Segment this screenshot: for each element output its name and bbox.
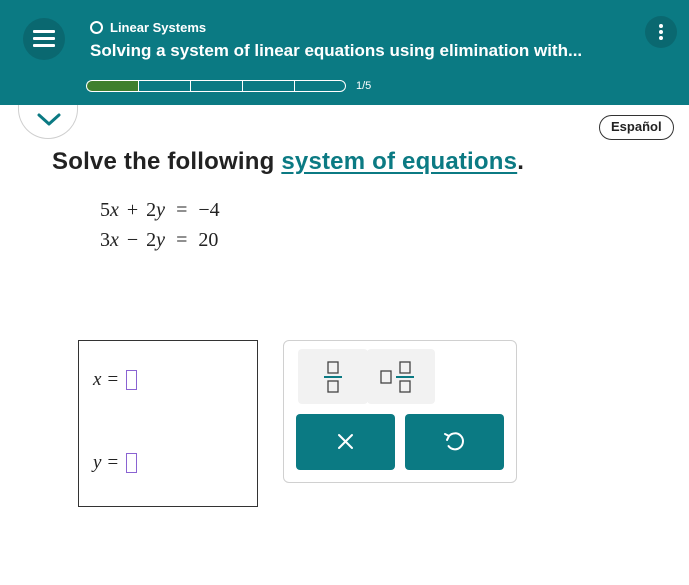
eq2-coef-x: 3 [100,229,110,251]
menu-button[interactable] [23,18,65,60]
eq1-var-x: x [110,199,119,221]
question-prefix: Solve the following [52,148,282,175]
progress-count: 1/5 [356,80,372,92]
progress-segment-2 [138,80,190,92]
question-suffix: . [517,148,525,175]
eq2-rhs: 20 [198,229,219,251]
eq2-operator: − [126,229,139,251]
question-prompt: Solve the following system of equations. [52,148,524,176]
topic-circle-icon [90,20,103,34]
topic-label: Linear Systems [110,19,207,35]
y-answer-input[interactable] [126,453,138,473]
eq1-var-y: y [156,199,166,221]
ellipsis-dot [659,30,663,34]
fraction-icon [324,361,342,393]
x-equals: = [107,369,119,390]
progress-bar: 1/5 [86,80,371,92]
eq1-equals: = [176,199,188,221]
collapse-tab[interactable] [18,105,78,139]
x-label: x [93,369,102,390]
answer-box: x = y = [78,340,258,507]
eq2-var-x: x [110,229,119,251]
equation-1: 5x + 2y = −4 [100,199,220,222]
system-of-equations-link[interactable]: system of equations [281,148,517,175]
fraction-button[interactable] [298,349,368,404]
eq2-equals: = [176,229,188,251]
y-label: y [93,452,102,473]
language-button[interactable]: Español [599,115,674,140]
mixed-number-button[interactable] [367,349,435,404]
progress-segment-5 [294,80,346,92]
hamburger-line [33,44,55,47]
more-options-button[interactable] [645,16,677,48]
eq1-coef-x: 5 [100,199,110,221]
eq2-var-y: y [156,229,166,251]
y-equals: = [107,452,119,473]
answer-row-y: y = [93,452,138,474]
lesson-header: Linear Systems Solving a system of linea… [0,0,689,105]
lesson-title: Solving a system of linear equations usi… [90,41,583,60]
undo-button[interactable] [405,414,504,470]
hamburger-line [33,37,55,40]
answer-row-x: x = [93,369,138,391]
x-answer-input[interactable] [126,370,138,390]
topic-row: Linear Systems [90,18,206,36]
progress-segment-3 [190,80,242,92]
close-icon [338,434,353,449]
vertical-ellipsis-icon [659,24,663,28]
equation-2: 3x − 2y = 20 [100,229,218,252]
hamburger-menu-icon [33,30,55,33]
ellipsis-dot [659,36,663,40]
math-keypad [283,340,517,483]
progress-segment-1 [86,80,138,92]
clear-button[interactable] [296,414,395,470]
chevron-down-icon [37,113,61,126]
progress-segment-4 [242,80,294,92]
eq2-coef-y: 2 [146,229,157,251]
eq1-rhs: −4 [198,199,220,221]
eq1-coef-y: 2 [146,199,157,221]
mixed-number-icon [380,361,414,393]
eq1-operator: + [126,199,139,221]
undo-icon [444,432,464,451]
